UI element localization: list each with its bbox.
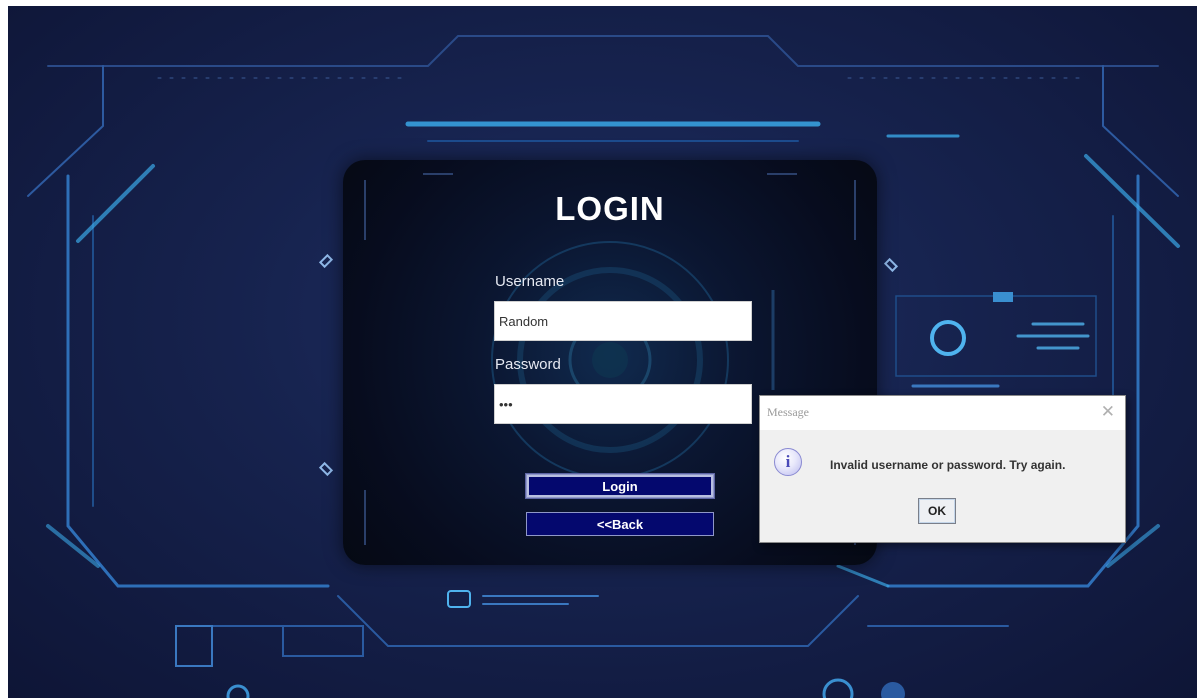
- username-input[interactable]: [494, 301, 752, 341]
- login-button[interactable]: Login: [526, 474, 714, 498]
- dialog-titlebar[interactable]: Message ✕: [760, 396, 1125, 430]
- username-label: Username: [495, 273, 565, 290]
- desktop-background: LOGIN Username Password Login <<Back: [8, 6, 1197, 698]
- login-title: LOGIN: [555, 190, 665, 227]
- message-dialog: Message ✕ i Invalid username or password…: [759, 395, 1126, 543]
- dialog-title: Message: [767, 405, 809, 419]
- password-label: Password: [495, 356, 561, 373]
- dialog-message: Invalid username or password. Try again.: [830, 458, 1066, 472]
- info-icon: i: [774, 448, 802, 476]
- close-icon[interactable]: ✕: [1101, 402, 1115, 422]
- password-input[interactable]: [494, 384, 752, 424]
- back-button[interactable]: <<Back: [526, 512, 714, 536]
- ok-button[interactable]: OK: [918, 498, 956, 524]
